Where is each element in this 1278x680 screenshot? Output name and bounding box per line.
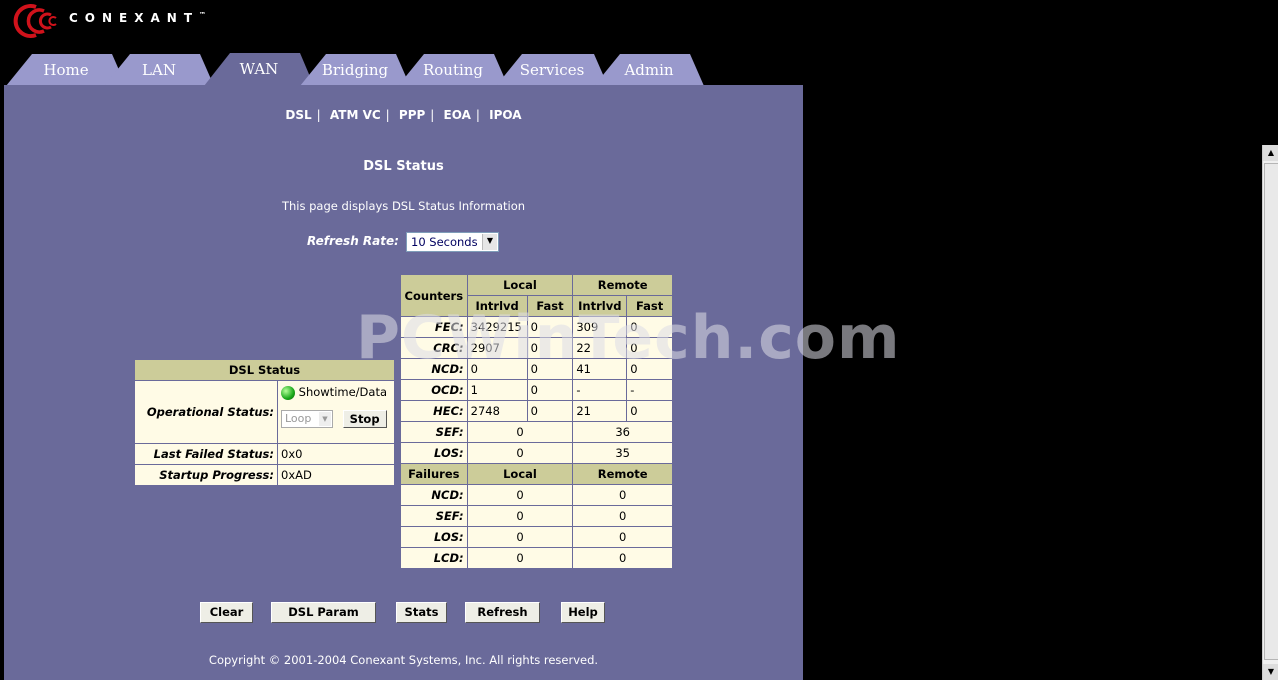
chevron-down-icon: ▼: [482, 234, 497, 250]
table-row: NCD: 0 0: [400, 484, 673, 506]
sub-navigation: DSL | ATM VC | PPP | EOA | IPOA: [4, 108, 803, 122]
failures-header: Failures: [400, 463, 468, 485]
stats-button[interactable]: Stats: [396, 602, 447, 623]
refresh-button[interactable]: Refresh: [465, 602, 540, 623]
refresh-rate-value: 10 Seconds: [411, 235, 478, 249]
last-failed-status-label: Last Failed Status:: [134, 443, 278, 465]
operational-status-cell: Showtime/Data Loop ▼ Stop: [277, 380, 395, 444]
subnav-atm-vc[interactable]: ATM VC: [325, 108, 386, 122]
dsl-status-table: DSL Status Operational Status: Showtime/…: [134, 359, 395, 486]
failures-remote-header: Remote: [572, 463, 673, 485]
last-failed-status-value: 0x0: [277, 443, 395, 465]
table-row: LCD: 0 0: [400, 547, 673, 569]
status-led-icon: [281, 385, 295, 400]
top-bar: CONEXANT™ Home LAN WAN Bridging Routing …: [0, 0, 1278, 86]
table-row: SEF: 0 36: [400, 421, 673, 443]
tab-lan[interactable]: LAN: [104, 54, 214, 86]
page-title: DSL Status: [363, 159, 444, 174]
clear-button[interactable]: Clear: [200, 602, 253, 623]
content-panel: DSL | ATM VC | PPP | EOA | IPOA DSL Status T…: [4, 85, 803, 680]
chevron-down-icon: ▼: [319, 412, 331, 426]
failures-local-header: Local: [466, 463, 574, 485]
startup-progress-label: Startup Progress:: [134, 464, 278, 486]
tab-wan[interactable]: WAN: [204, 53, 314, 86]
conexant-logo-icon: [13, 4, 57, 38]
operational-status-label: Operational Status:: [134, 380, 278, 444]
refresh-rate-label: Refresh Rate:: [307, 234, 399, 248]
table-row: SEF: 0 0: [400, 505, 673, 527]
table-row: HEC: 2748 0 21 0: [400, 400, 673, 422]
loop-select[interactable]: Loop ▼: [281, 410, 333, 428]
tab-services[interactable]: Services: [496, 54, 608, 86]
operational-status-value: Showtime/Data: [298, 385, 388, 399]
brand-name: CONEXANT™: [69, 11, 207, 25]
subnav-dsl[interactable]: DSL: [280, 108, 316, 122]
subnav-eoa[interactable]: EOA: [439, 108, 476, 122]
refresh-rate-select[interactable]: 10 Seconds ▼: [406, 232, 499, 252]
page-description: This page displays DSL Status Informatio…: [281, 199, 526, 213]
tab-routing[interactable]: Routing: [398, 54, 508, 86]
startup-progress-value: 0xAD: [277, 464, 395, 486]
vertical-scrollbar[interactable]: ▲ ▼: [1262, 145, 1278, 680]
counters-remote-header: Remote: [572, 274, 673, 296]
subnav-ipoa[interactable]: IPOA: [484, 108, 526, 122]
watermark: PCWinTech.com: [356, 303, 901, 373]
subnav-ppp[interactable]: PPP: [394, 108, 430, 122]
table-row: LOS: 0 0: [400, 526, 673, 548]
tab-bridging[interactable]: Bridging: [300, 54, 410, 86]
copyright-text: Copyright © 2001-2004 Conexant Systems, …: [208, 653, 599, 667]
counters-local-header: Local: [466, 274, 574, 296]
stop-button[interactable]: Stop: [342, 409, 387, 428]
table-row: LOS: 0 35: [400, 442, 673, 464]
tab-admin[interactable]: Admin: [594, 54, 704, 86]
scroll-thumb[interactable]: [1264, 163, 1278, 660]
help-button[interactable]: Help: [561, 602, 605, 623]
scroll-up-icon[interactable]: ▲: [1263, 145, 1278, 161]
table-row: OCD: 1 0 - -: [400, 379, 673, 401]
scroll-down-icon[interactable]: ▼: [1263, 664, 1278, 680]
dsl-param-button[interactable]: DSL Param: [271, 602, 376, 623]
